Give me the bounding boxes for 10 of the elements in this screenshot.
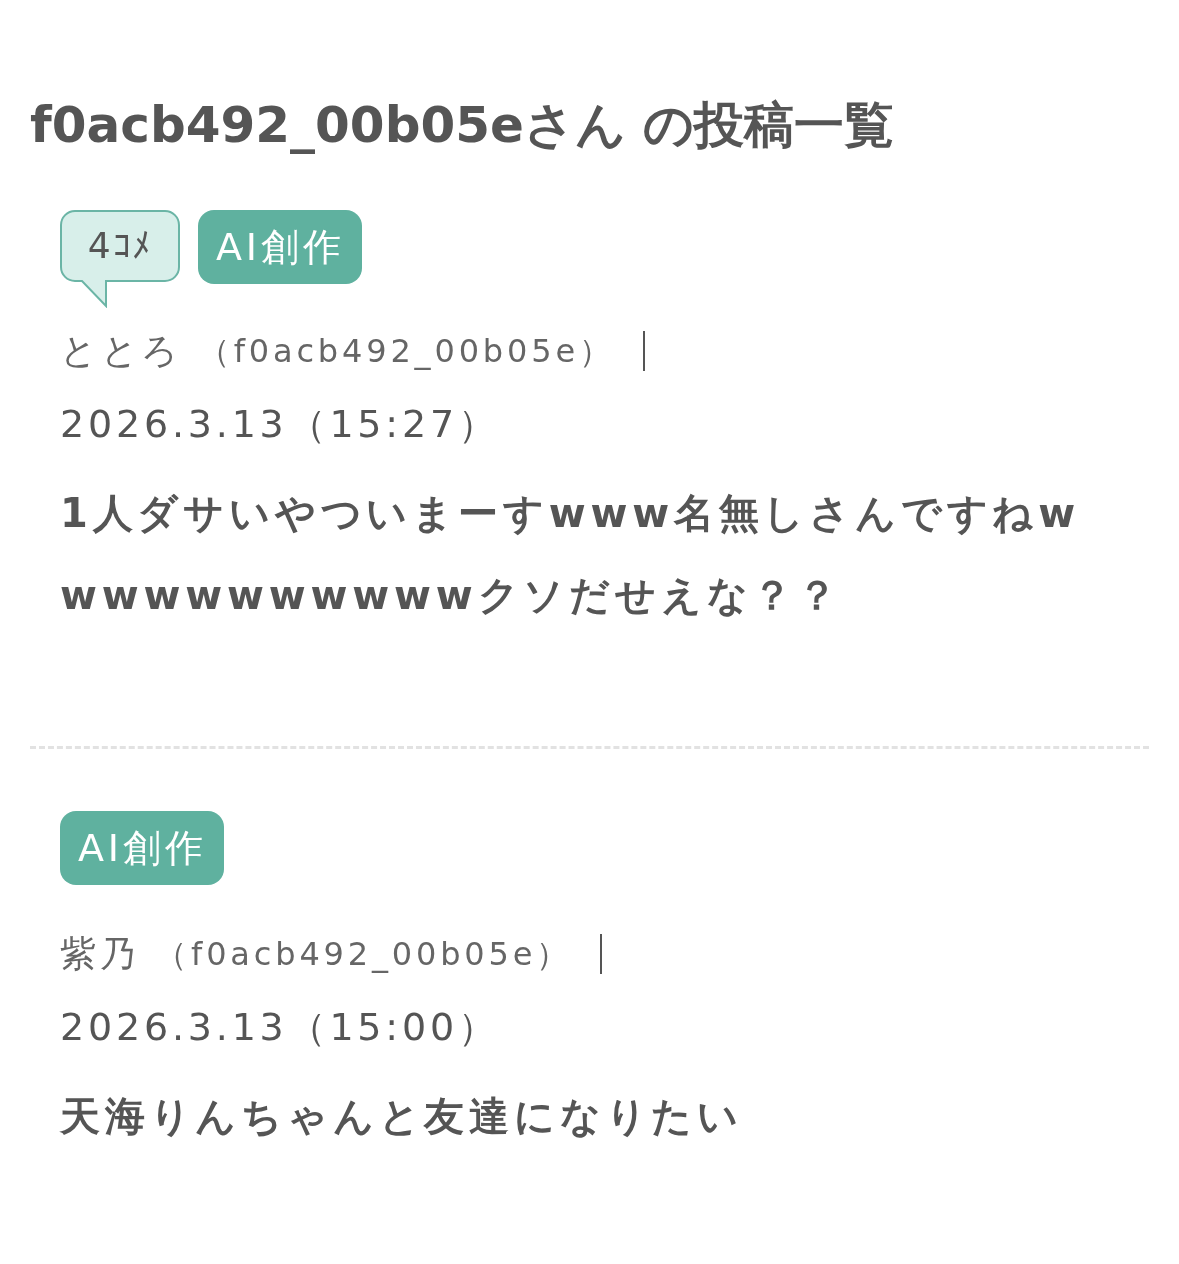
author-name: ととろ [60,329,182,373]
author-name: 紫乃 [60,932,140,976]
comment-count-bubble[interactable]: 4ｺﾒ [60,210,180,308]
post-body[interactable]: 天海りんちゃんと友達になりたい [60,1075,1119,1157]
post-body[interactable]: 1人ダサいやついまーすwww名無しさんですねwwwwwwwwwwwクソだせえな？？ [60,472,1119,636]
user-id: （f0acb492_00b05e） [155,934,603,974]
page-title: f0acb492_00b05eさん の投稿一覧 [29,95,896,156]
user-id: （f0acb492_00b05e） [197,331,645,371]
post-date: 2026.3.13（15:27） [60,401,501,448]
post-date: 2026.3.13（15:00） [60,1004,501,1051]
